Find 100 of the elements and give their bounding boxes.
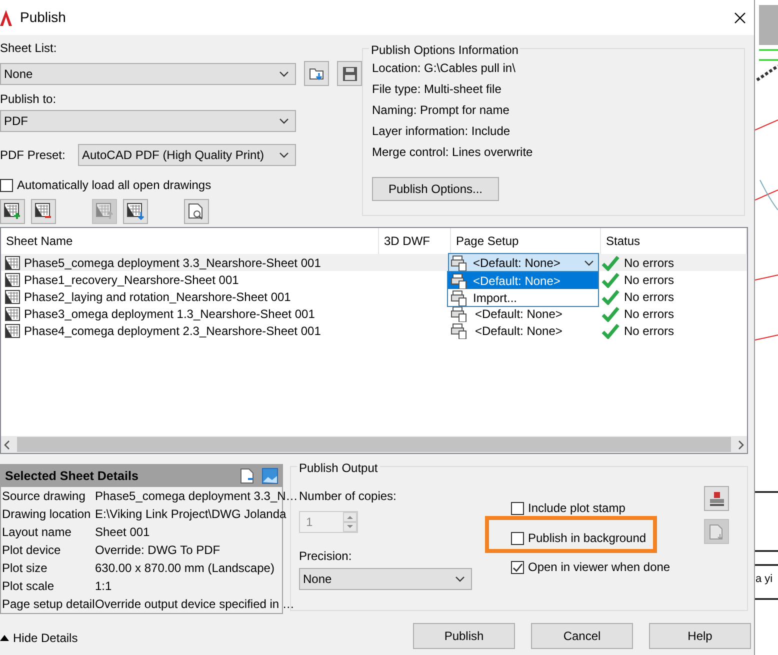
detail-label: Source drawing [1,488,86,505]
sheet-name: Phase2_laying and rotation_Nearshore-Sheet 001 [24,290,291,304]
save-icon [342,66,358,82]
sheet-icon [5,324,20,338]
checkbox-label: Automatically load all open drawings [17,178,212,192]
sheet-name: Phase3_omega deployment 1.3_Nearshore-Sheet 001 [24,306,315,320]
save-button[interactable] [337,61,362,86]
status-text: No errors [624,324,674,338]
dialog-button[interactable]: Publish [413,623,515,649]
window-title: Publish [20,8,66,27]
app-logo-icon [0,10,12,26]
status-text: No errors [624,256,674,270]
status-text: No errors [624,272,674,286]
move-down-icon [127,203,144,220]
publish-options-button[interactable]: Publish Options... [372,177,499,201]
hide-details-button[interactable]: Hide Details [0,628,78,646]
page-setup-text: <Default: None> [475,324,562,338]
check-icon [601,322,620,338]
precision-dropdown[interactable]: None [299,568,472,590]
detail-label: Layout name [1,524,72,541]
info-text: Location: G:\Cables pull in\ [372,61,516,75]
info-text: Naming: Prompt for name [372,103,510,117]
sheet-name: Phase5_comega deployment 3.3_Nearshore-Sheet 001 [24,256,321,270]
checkbox[interactable] [511,560,524,574]
publish-to-dropdown[interactable]: PDF [0,110,296,132]
collapse-arrow-icon [0,634,9,640]
printer-icon [451,322,467,338]
sheet-icon [5,290,20,304]
field-label: Publish to: [0,92,58,106]
panel-title: Selected Sheet Details [5,468,138,485]
detail-label: Drawing location [1,506,92,523]
check-icon [601,306,620,322]
image-icon[interactable] [262,468,278,484]
plot-stamp-button[interactable] [704,486,729,511]
folder-icon [308,66,324,81]
close-icon[interactable] [734,12,746,24]
detail-value: 630.00 x 870.00 mm (Landscape) [95,560,274,577]
document-icon[interactable] [240,468,254,484]
preview-button[interactable] [184,199,209,224]
sheet-name: Phase4_comega deployment 2.3_Nearshore-Sheet 001 [24,324,321,338]
detail-label: Plot size [1,560,48,577]
remove-sheet-button[interactable] [31,199,56,224]
sheet-list-dropdown[interactable]: None [0,62,296,84]
detail-value: Phase5_comega deployment 3.3_N… [95,488,298,505]
sheet-name: Phase1_recovery_Nearshore-Sheet 001 [24,272,239,286]
info-text: Layer information: Include [372,124,512,138]
dropdown-caret-icon [279,152,289,158]
dropdown-caret-icon [279,70,289,76]
open-folder-button[interactable] [304,61,329,86]
status-text: No errors [624,306,674,320]
check-icon [601,288,620,304]
pdf-preset-dropdown[interactable]: AutoCAD PDF (High Quality Print) [78,144,296,166]
drawing-text: la yi [755,572,773,587]
table-row[interactable]: Phase5_comega deployment 3.3_Nearshore-Sheet 001 <Default: None> No errors [1,254,747,271]
dialog-button[interactable]: Cancel [531,623,633,649]
checkbox[interactable] [511,532,524,544]
document-icon [708,524,724,540]
checkbox[interactable] [0,178,13,192]
checkbox-label: Publish in background [528,531,646,545]
dropdown-option[interactable]: Import... [448,289,598,306]
detail-label: Page setup detail [1,596,95,613]
page-setup-combo[interactable]: <Default: None> [448,253,599,272]
dropdown-caret-icon [455,576,465,582]
info-text: File type: Multi-sheet file [372,82,502,96]
detail-value: 1:1 [95,578,112,595]
checkbox-label: Open in viewer when done [528,560,670,574]
scrollbar-thumb[interactable] [17,437,731,452]
detail-value: E:\Viking Link Project\DWG Jolanda [95,506,286,523]
dialog-button[interactable]: Help [649,623,751,649]
check-icon [601,254,620,270]
horizontal-scrollbar[interactable] [1,436,747,453]
detail-value: Override: DWG To PDF [95,542,220,559]
move-up-icon [96,203,113,220]
detail-label: Plot device [1,542,62,559]
dropdown-caret-icon [279,118,289,124]
field-label: Sheet List: [0,41,58,55]
preview-icon [188,203,205,220]
move-down-button[interactable] [123,199,148,224]
detail-label: Plot scale [1,578,56,595]
dropdown-caret-icon [584,260,594,266]
stamp-icon [708,490,724,506]
dropdown-option[interactable]: <Default: None> [448,272,598,289]
sheet-icon [5,272,20,286]
status-text: No errors [624,290,674,304]
remove-sheet-icon [35,203,52,220]
sheet-icon [5,306,20,320]
page-setup-text: <Default: None> [475,306,562,320]
checkbox[interactable] [511,502,524,514]
detail-value: Override output device specified in … [95,596,294,613]
add-sheet-icon [4,203,21,220]
sheet-icon [5,256,20,270]
spin-arrows-icon[interactable] [343,512,357,532]
add-sheet-button[interactable] [0,199,25,224]
check-icon [601,272,620,288]
field-label: Number of copies: [299,489,398,503]
info-text: Merge control: Lines overwrite [372,145,534,159]
checkbox-label: Include plot stamp [528,501,626,515]
field-label: PDF Preset: [0,148,66,162]
detail-value: Sheet 001 [95,524,150,541]
field-label: Precision: [299,549,353,563]
